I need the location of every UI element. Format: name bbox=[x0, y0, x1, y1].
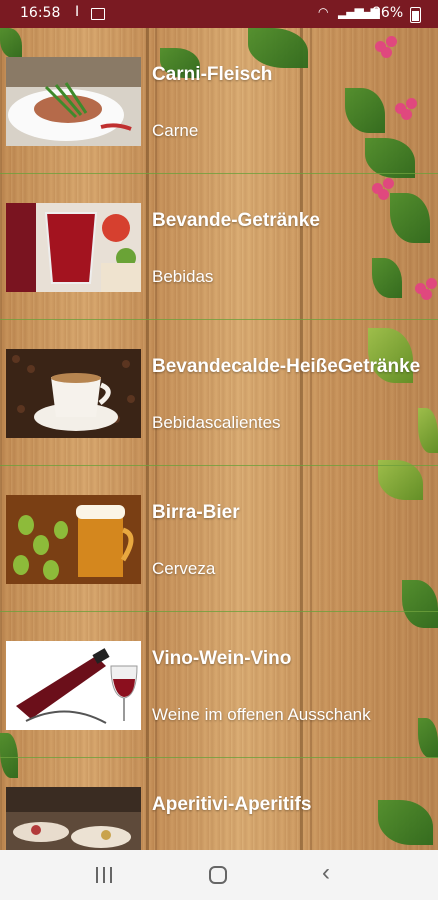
category-title: Vino-Wein-Vino bbox=[152, 648, 292, 669]
category-title: Bevande-Getränke bbox=[152, 210, 320, 231]
category-subtitle: Weine im offenen Ausschank bbox=[152, 705, 371, 724]
beer-mug-image bbox=[6, 495, 141, 584]
coffee-cup-image bbox=[6, 349, 141, 438]
home-button[interactable] bbox=[206, 864, 230, 886]
category-item-bevande[interactable]: Bevande-Getränke Bebidas bbox=[0, 174, 438, 320]
gallery-notification-icon bbox=[91, 8, 105, 20]
category-item-vino[interactable]: Vino-Wein-Vino Weine im offenen Ausschan… bbox=[0, 612, 438, 758]
category-subtitle: Bebidascalientes bbox=[152, 413, 281, 432]
aperitif-buffet-image bbox=[6, 787, 141, 850]
menu-screen[interactable]: Carni-Fleisch Carne Bevande-Getränke Beb… bbox=[0, 28, 438, 850]
red-wine-image bbox=[6, 641, 141, 730]
wifi-icon: ◠ bbox=[318, 5, 329, 19]
battery-icon bbox=[410, 7, 421, 23]
category-item-bevandecalde[interactable]: Bevandecalde-HeißeGetränke Bebidascalien… bbox=[0, 320, 438, 466]
meat-dish-image bbox=[6, 57, 141, 146]
system-navigation-bar: ‹ bbox=[0, 850, 438, 900]
battery-percentage: 86% bbox=[372, 5, 404, 21]
sangria-drinks-image bbox=[6, 203, 141, 292]
category-title: Bevandecalde-HeißeGetränke bbox=[152, 356, 421, 377]
status-time: 16:58 bbox=[20, 5, 61, 21]
status-separator: I bbox=[75, 4, 80, 20]
category-item-birra[interactable]: Birra-Bier Cerveza bbox=[0, 466, 438, 612]
category-title: Birra-Bier bbox=[152, 502, 240, 523]
category-subtitle: Carne bbox=[152, 121, 199, 140]
status-bar: 16:58 I ◠ ▂▄▆ ▂▄▆ 86% bbox=[0, 0, 438, 28]
category-item-carni[interactable]: Carni-Fleisch Carne bbox=[0, 28, 438, 174]
back-button[interactable]: ‹ bbox=[322, 861, 346, 886]
category-subtitle: Bebidas bbox=[152, 267, 214, 286]
category-item-aperitivi[interactable]: Aperitivi-Aperitifs bbox=[0, 758, 438, 850]
category-title: Aperitivi-Aperitifs bbox=[152, 794, 312, 815]
category-subtitle: Cerveza bbox=[152, 559, 216, 578]
category-title: Carni-Fleisch bbox=[152, 64, 273, 85]
recents-button[interactable] bbox=[92, 864, 116, 886]
